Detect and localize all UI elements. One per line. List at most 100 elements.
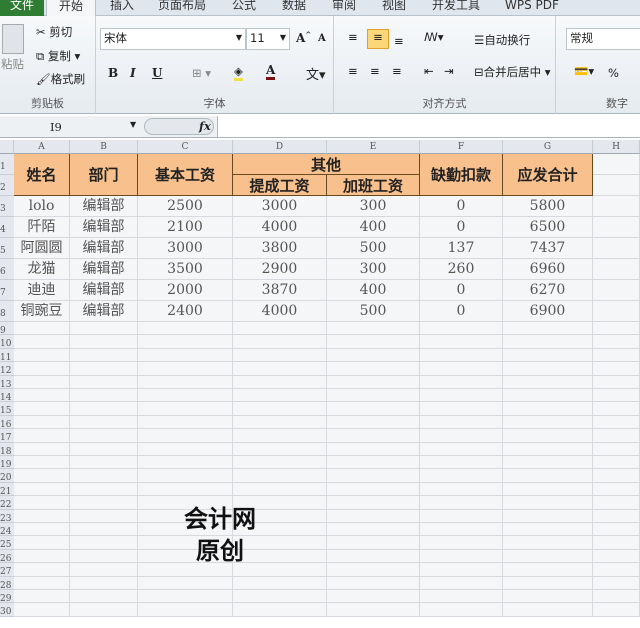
empty-cell[interactable] (593, 335, 640, 349)
empty-cell[interactable] (420, 375, 503, 389)
decrease-indent-icon[interactable]: ⇤ (424, 64, 434, 78)
paste-button[interactable]: 粘贴 (1, 56, 24, 72)
empty-cell[interactable] (503, 496, 593, 510)
empty-cell[interactable] (14, 523, 70, 537)
empty-cell[interactable] (503, 469, 593, 483)
table-cell[interactable]: 铜豌豆 (14, 301, 70, 322)
empty-cell[interactable] (420, 496, 503, 510)
empty-cell[interactable] (420, 402, 503, 416)
align-center-icon[interactable]: ≡ (370, 64, 380, 78)
empty-cell[interactable] (70, 415, 138, 430)
empty-cell[interactable] (233, 482, 327, 497)
format-painter-button[interactable]: 🖌格式刷 (36, 71, 85, 87)
empty-cell[interactable] (70, 429, 138, 443)
row-header-29[interactable]: 29 (0, 590, 14, 604)
table-cell[interactable]: 0 (420, 217, 503, 238)
fill-color-icon[interactable]: ◈ (234, 64, 243, 81)
empty-cell[interactable] (70, 442, 138, 456)
empty-cell[interactable] (138, 442, 233, 456)
empty-cell[interactable] (327, 509, 420, 523)
table-cell[interactable]: 编辑部 (70, 301, 138, 322)
row-header-23[interactable]: 23 (0, 509, 14, 523)
column-header-G[interactable]: G (503, 140, 593, 154)
empty-cell[interactable] (503, 335, 593, 349)
underline-button[interactable]: U (152, 66, 162, 80)
table-cell[interactable]: 3000 (233, 196, 327, 217)
table-cell[interactable]: 5800 (503, 196, 593, 217)
cut-button[interactable]: ✂ 剪切 (36, 24, 72, 40)
percent-button[interactable]: % (608, 66, 619, 80)
table-cell[interactable]: 7437 (503, 238, 593, 259)
empty-cell[interactable] (70, 603, 138, 617)
row-header-25[interactable]: 25 (0, 536, 14, 550)
header-other[interactable]: 其他 (233, 154, 420, 175)
tab-insert[interactable]: 插入 (110, 0, 134, 16)
empty-cell[interactable] (70, 549, 138, 564)
empty-cell[interactable] (14, 415, 70, 430)
empty-cell[interactable] (420, 563, 503, 577)
row-header-30[interactable]: 30 (0, 603, 14, 617)
empty-cell[interactable] (593, 154, 640, 175)
empty-cell[interactable] (233, 362, 327, 376)
row-header-3[interactable]: 3 (0, 196, 14, 217)
empty-cell[interactable] (593, 362, 640, 376)
empty-cell[interactable] (14, 322, 70, 336)
empty-cell[interactable] (327, 322, 420, 336)
empty-cell[interactable] (233, 442, 327, 456)
table-cell[interactable]: 6900 (503, 301, 593, 322)
bold-button[interactable]: B (108, 66, 118, 80)
empty-cell[interactable] (233, 402, 327, 416)
empty-cell[interactable] (233, 389, 327, 403)
empty-cell[interactable] (233, 576, 327, 590)
tab-view[interactable]: 视图 (382, 0, 406, 16)
empty-cell[interactable] (593, 259, 640, 280)
column-header-C[interactable]: C (138, 140, 233, 154)
empty-cell[interactable] (593, 536, 640, 550)
header-dept[interactable]: 部门 (70, 154, 138, 196)
empty-cell[interactable] (503, 523, 593, 537)
empty-cell[interactable] (70, 563, 138, 577)
table-cell[interactable]: 迪迪 (14, 280, 70, 301)
table-cell[interactable]: 2100 (138, 217, 233, 238)
empty-cell[interactable] (420, 482, 503, 497)
empty-cell[interactable] (327, 402, 420, 416)
empty-cell[interactable] (70, 509, 138, 523)
empty-cell[interactable] (14, 590, 70, 604)
empty-cell[interactable] (14, 389, 70, 403)
empty-cell[interactable] (593, 196, 640, 217)
empty-cell[interactable] (593, 402, 640, 416)
empty-cell[interactable] (14, 563, 70, 577)
empty-cell[interactable] (327, 389, 420, 403)
empty-cell[interactable] (593, 217, 640, 238)
number-format-select[interactable]: 常规 (566, 28, 640, 50)
formula-input[interactable] (217, 116, 640, 137)
empty-cell[interactable] (233, 335, 327, 349)
empty-cell[interactable] (503, 536, 593, 550)
empty-cell[interactable] (593, 576, 640, 590)
header-overtime[interactable]: 加班工资 (327, 175, 420, 196)
empty-cell[interactable] (14, 335, 70, 349)
table-cell[interactable]: 3500 (138, 259, 233, 280)
empty-cell[interactable] (420, 335, 503, 349)
empty-cell[interactable] (14, 375, 70, 389)
orientation-icon[interactable]: ꟿ▾ (424, 30, 444, 44)
row-header-4[interactable]: 4 (0, 217, 14, 238)
empty-cell[interactable] (327, 429, 420, 443)
empty-cell[interactable] (503, 442, 593, 456)
row-header-11[interactable]: 11 (0, 348, 14, 363)
empty-cell[interactable] (420, 348, 503, 363)
table-cell[interactable]: 2900 (233, 259, 327, 280)
row-header-5[interactable]: 5 (0, 238, 14, 259)
empty-cell[interactable] (593, 280, 640, 301)
table-cell[interactable]: 3870 (233, 280, 327, 301)
column-header-D[interactable]: D (233, 140, 327, 154)
empty-cell[interactable] (233, 603, 327, 617)
empty-cell[interactable] (138, 576, 233, 590)
font-color-button[interactable]: A (266, 63, 276, 80)
empty-cell[interactable] (503, 362, 593, 376)
table-cell[interactable]: 3000 (138, 238, 233, 259)
row-header-28[interactable]: 28 (0, 576, 14, 590)
empty-cell[interactable] (233, 590, 327, 604)
row-header-17[interactable]: 17 (0, 429, 14, 443)
empty-cell[interactable] (327, 576, 420, 590)
